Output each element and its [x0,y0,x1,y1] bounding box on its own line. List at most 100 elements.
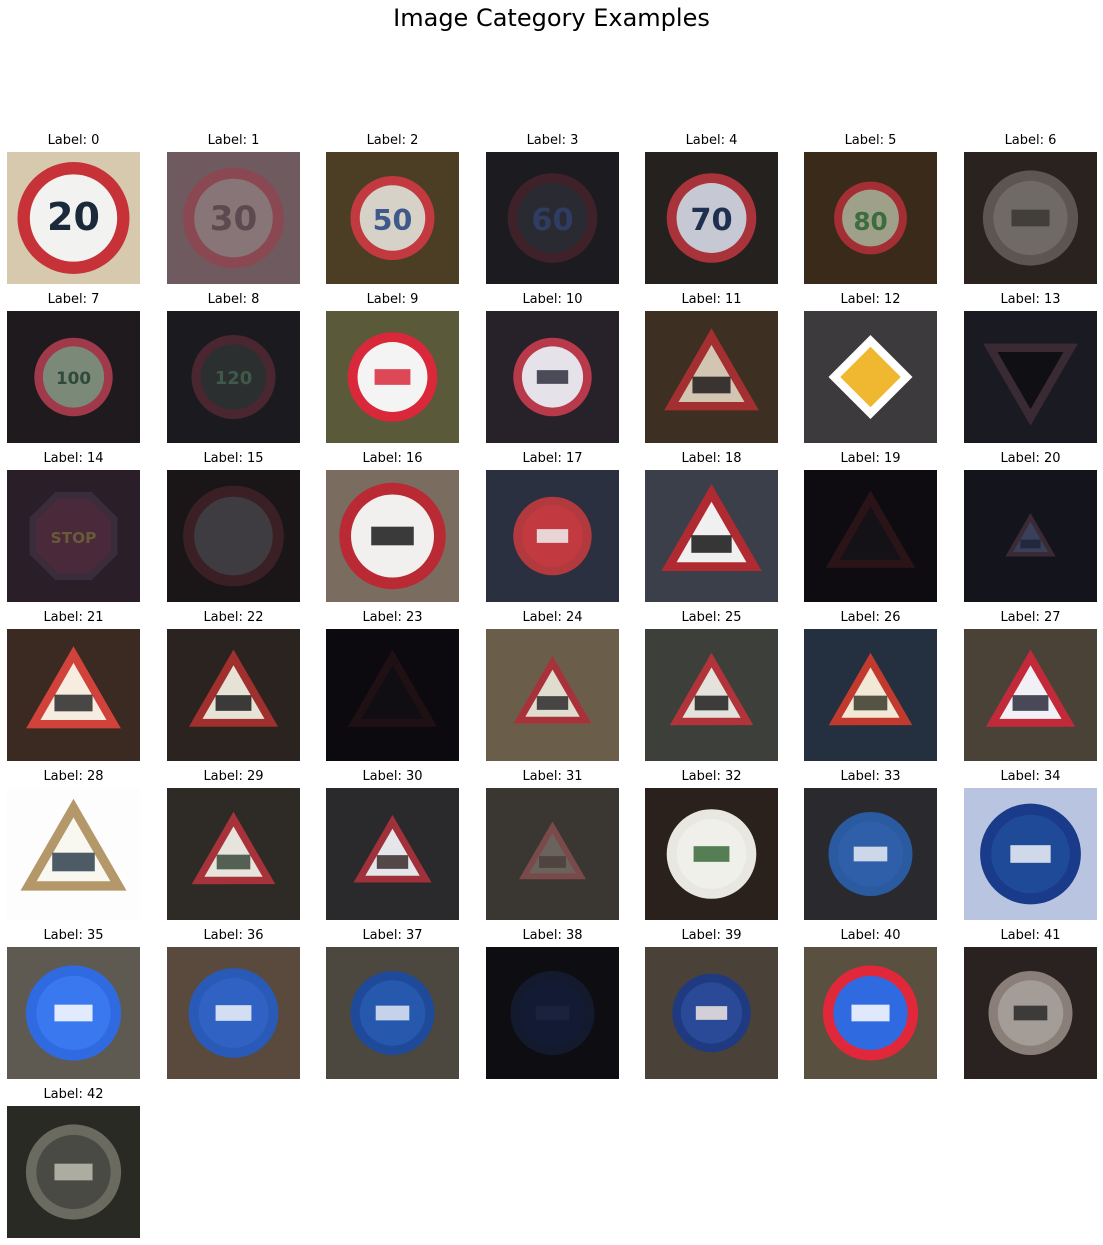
sign-symbol [1020,539,1041,549]
sign-image [7,629,140,761]
sign-image [326,947,459,1079]
sign-symbol [536,370,569,384]
panel-label: Label: 23 [362,610,423,625]
sign-image [486,311,619,443]
panel-label: Label: 24 [522,610,583,625]
sign-text: 50 [373,204,413,237]
sign-symbol [853,846,888,862]
sign-image [964,947,1097,1079]
sign-symbol [54,694,93,712]
sign-image [7,947,140,1079]
panel-label: Label: 35 [43,928,104,943]
sign-thumbnail [7,788,140,920]
sign-image [645,629,778,761]
sign-thumbnail [7,947,140,1079]
sign-thumbnail [645,788,778,920]
sign-symbol [694,695,729,711]
sign-thumbnail [167,470,300,602]
panel-label: Label: 0 [47,133,100,148]
panel-label: Label: 17 [522,451,583,466]
panel-label: Label: 14 [43,451,104,466]
sign-image [964,152,1097,284]
sign-symbol [376,855,409,869]
panel-label: Label: 30 [362,769,423,784]
sign-image [167,947,300,1079]
panel-label: Label: 22 [203,610,264,625]
sign-image [167,629,300,761]
sign-image: 50 [326,152,459,284]
sign-image [804,788,937,920]
sign-thumbnail [326,947,459,1079]
sign-thumbnail [167,947,300,1079]
sign-image [964,470,1097,602]
sign-image [804,629,937,761]
sign-thumbnail [964,470,1097,602]
sign-thumbnail [804,311,937,443]
panel-label: Label: 18 [681,451,742,466]
sign-thumbnail: 30 [167,152,300,284]
sign-image [964,311,1097,443]
sign-image: 70 [645,152,778,284]
sign-symbol [216,854,251,870]
sign-symbol [692,376,731,394]
sign-image [7,788,140,920]
sign-image [486,629,619,761]
sign-thumbnail [326,311,459,443]
panel-label: Label: 37 [362,928,423,943]
sign-thumbnail [167,629,300,761]
sign-thumbnail [964,947,1097,1079]
sign-image [486,470,619,602]
sign-image: 80 [804,152,937,284]
sign-image [964,788,1097,920]
sign-thumbnail [964,629,1097,761]
panel-label: Label: 10 [522,292,583,307]
sign-thumbnail: 120 [167,311,300,443]
sign-thumbnail [645,470,778,602]
panel-label: Label: 8 [207,292,260,307]
sign-thumbnail [645,311,778,443]
panel-label: Label: 11 [681,292,742,307]
sign-symbol [54,1004,93,1022]
sign-image [645,947,778,1079]
panel-label: Label: 7 [47,292,100,307]
panel-label: Label: 33 [840,769,901,784]
sign-symbol [371,526,414,546]
sign-image [804,947,937,1079]
sign-image: 100 [7,311,140,443]
sign-image: 30 [167,152,300,284]
sign-image [645,311,778,443]
sign-image: 60 [486,152,619,284]
sign-symbol [54,1163,93,1181]
sign-image [486,947,619,1079]
sign-image: 20 [7,152,140,284]
sign-text: 60 [531,203,573,238]
sign-thumbnail: 50 [326,152,459,284]
panel-label: Label: 6 [1004,133,1057,148]
panel-label: Label: 19 [840,451,901,466]
panel-label: Label: 12 [840,292,901,307]
sign-thumbnail [964,311,1097,443]
sign-thumbnail: 20 [7,152,140,284]
sign-image [804,470,937,602]
sign-thumbnail [326,788,459,920]
sign-image [326,788,459,920]
sign-image [326,470,459,602]
sign-symbol [1011,209,1050,227]
panel-label: Label: 26 [840,610,901,625]
sign-text: 30 [210,199,258,239]
sign-symbol [215,1005,252,1021]
panel-label: Label: 29 [203,769,264,784]
panel-label: Label: 38 [522,928,583,943]
panel-label: Label: 40 [840,928,901,943]
panel-label: Label: 31 [522,769,583,784]
panel-label: Label: 41 [1000,928,1061,943]
sign-symbol [536,529,569,543]
sign-thumbnail [645,629,778,761]
sign-symbol [1013,1005,1048,1021]
panel-label: Label: 36 [203,928,264,943]
sign-thumbnail [486,470,619,602]
sign-symbol [374,369,411,385]
panel-label: Label: 28 [43,769,104,784]
sign-thumbnail [7,1106,140,1238]
sign-thumbnail [645,947,778,1079]
